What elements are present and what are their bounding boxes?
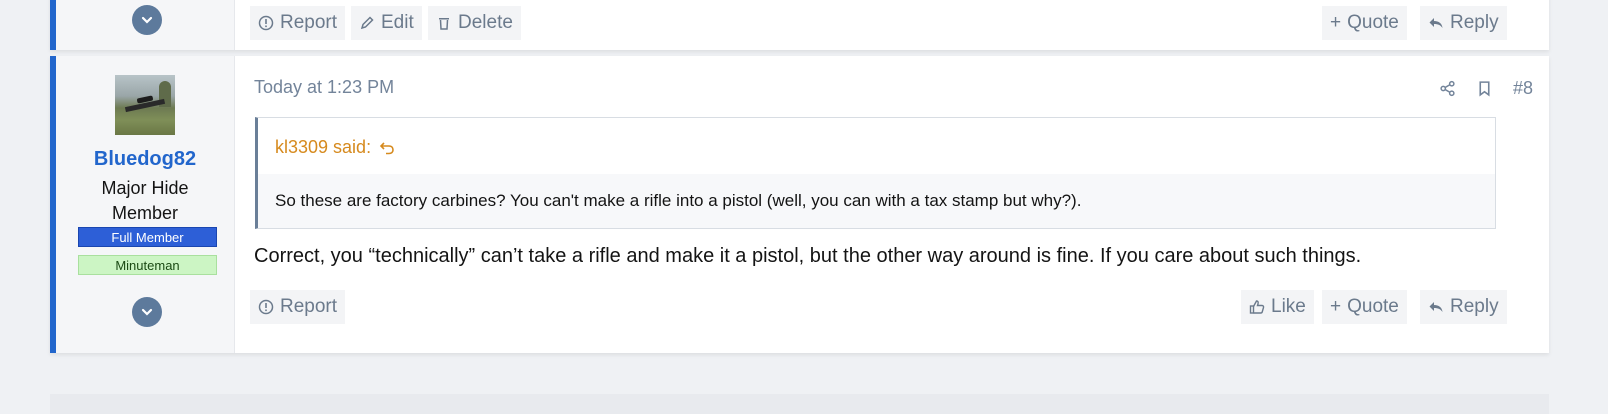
plus-icon: + — [1330, 12, 1342, 33]
post-date[interactable]: Today at 1:23 PM — [254, 77, 394, 98]
post-number[interactable]: #8 — [1513, 78, 1533, 99]
share-icon[interactable] — [1439, 80, 1456, 97]
delete-label: Delete — [458, 12, 513, 33]
post-meta: #8 — [1439, 78, 1533, 99]
expand-user-info-button[interactable] — [132, 5, 162, 35]
report-button[interactable]: Report — [250, 6, 346, 40]
avatar[interactable] — [115, 75, 175, 135]
previous-post: Report Edit Delete + Quote Reply — [50, 0, 1549, 50]
report-label: Report — [280, 12, 338, 33]
reply-button[interactable]: Reply — [1420, 290, 1507, 324]
post-message: Correct, you “technically” can’t take a … — [254, 245, 1362, 267]
user-banner-full-member: Full Member — [78, 227, 217, 247]
reply-label: Reply — [1450, 296, 1499, 317]
quote-block: kl3309 said: So these are factory carbin… — [255, 117, 1496, 229]
next-post-edge — [50, 394, 1549, 414]
chevron-down-icon — [141, 16, 153, 24]
plus-icon: + — [1330, 296, 1342, 317]
edit-label: Edit — [381, 12, 414, 33]
expand-user-info-button[interactable] — [132, 297, 162, 327]
quote-author: kl3309 said: — [275, 137, 372, 157]
quote-author-link[interactable]: kl3309 said: — [275, 137, 395, 158]
quote-button[interactable]: + Quote — [1322, 290, 1407, 324]
report-icon — [258, 15, 274, 31]
like-label: Like — [1271, 296, 1306, 317]
edit-button[interactable]: Edit — [351, 6, 422, 40]
user-column: Bluedog82 Major Hide Member Full Member … — [56, 56, 235, 353]
reply-icon — [1429, 302, 1443, 312]
quote-button[interactable]: + Quote — [1322, 6, 1407, 40]
user-column — [56, 0, 235, 50]
report-label: Report — [280, 296, 338, 317]
username[interactable]: Bluedog82 — [56, 148, 234, 171]
jump-to-quote-icon — [379, 141, 394, 154]
user-banner-minuteman: Minuteman — [78, 255, 217, 275]
report-button[interactable]: Report — [250, 290, 346, 324]
reply-icon — [1429, 18, 1443, 28]
thumbs-up-icon — [1249, 300, 1265, 314]
delete-button[interactable]: Delete — [428, 6, 521, 40]
quote-label: Quote — [1347, 12, 1399, 33]
like-button[interactable]: Like — [1241, 290, 1314, 324]
reply-label: Reply — [1450, 12, 1499, 33]
post-body: Report Edit Delete + Quote Reply — [235, 0, 1549, 50]
pencil-icon — [360, 16, 374, 30]
bookmark-icon[interactable] — [1476, 80, 1493, 97]
chevron-down-icon — [141, 308, 153, 316]
report-icon — [258, 299, 274, 315]
post-8: Bluedog82 Major Hide Member Full Member … — [50, 56, 1549, 353]
quote-label: Quote — [1347, 296, 1399, 317]
user-title: Major Hide Member — [101, 178, 189, 223]
quote-text: So these are factory carbines? You can't… — [258, 174, 1495, 228]
reply-button[interactable]: Reply — [1420, 6, 1507, 40]
post-body: Today at 1:23 PM #8 kl3309 said: So thes… — [235, 56, 1549, 353]
trash-icon — [439, 18, 449, 30]
